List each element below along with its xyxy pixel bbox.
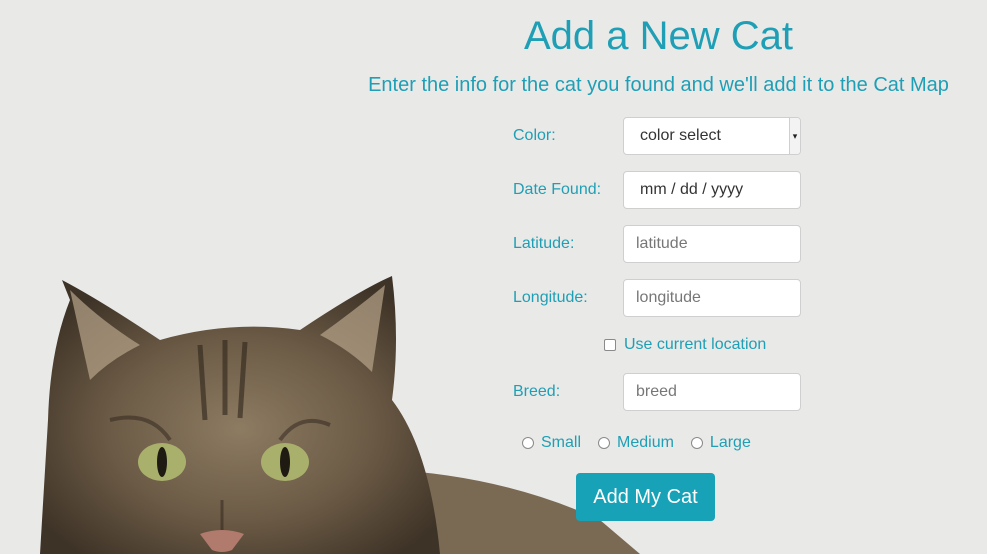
use-location-checkbox[interactable] [604,339,616,351]
size-option-small[interactable]: Small [522,434,581,452]
size-option-large[interactable]: Large [690,434,751,452]
date-found-input[interactable]: mm / dd / yyyy [623,171,801,209]
page-subtitle: Enter the info for the cat you found and… [368,74,949,96]
add-my-cat-button[interactable]: Add My Cat [576,473,715,521]
date-label: Date Found: [513,181,602,198]
use-location-option[interactable]: Use current location [604,336,766,354]
size-option-medium[interactable]: Medium [598,434,674,452]
longitude-input[interactable] [623,279,801,317]
color-label: Color: [513,127,556,144]
size-radio-group: Small Medium Large [522,434,768,452]
page-title: Add a New Cat [523,14,794,58]
latitude-input[interactable] [623,225,801,263]
size-radio-small[interactable] [522,437,534,449]
date-format-text: mm / dd / yyyy [640,181,744,198]
size-label-medium: Medium [617,434,674,451]
color-select[interactable]: color select ▾ [623,117,801,155]
size-label-large: Large [709,434,751,451]
breed-input[interactable] [623,373,801,411]
size-radio-large[interactable] [690,437,703,449]
size-radio-medium[interactable] [598,437,611,449]
use-location-label: Use current location [624,336,767,353]
color-select-value: color select [640,127,721,144]
size-label-small: Small [541,434,582,451]
latitude-label: Latitude: [513,235,575,252]
breed-label: Breed: [513,383,561,400]
longitude-label: Longitude: [513,289,588,306]
dropdown-arrow-icon: ▾ [789,118,800,154]
